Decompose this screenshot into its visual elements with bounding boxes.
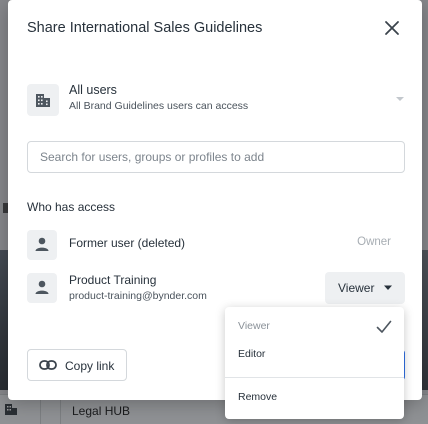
copy-link-label: Copy link (65, 359, 115, 373)
link-icon (39, 360, 57, 370)
role-label: Owner (357, 236, 391, 248)
access-subtitle: All Brand Guidelines users can access (69, 100, 249, 112)
general-access-select[interactable]: All users All Brand Guidelines users can… (27, 78, 405, 120)
avatar (27, 230, 57, 260)
role-select-label: Viewer (338, 281, 375, 295)
menu-item-label: Remove (238, 391, 278, 403)
role-select-button[interactable]: Viewer (325, 272, 405, 304)
menu-item-remove[interactable]: Remove (225, 385, 404, 411)
access-list-item: Product Training product-training@bynder… (27, 270, 405, 310)
who-has-access-heading: Who has access (27, 200, 116, 214)
avatar (27, 273, 57, 303)
role-dropdown-menu: Viewer Editor Remove (225, 307, 404, 419)
person-name: Former user (deleted) (69, 236, 186, 250)
person-name: Product Training (69, 273, 157, 287)
menu-item-label: Viewer (238, 320, 270, 332)
access-tile (27, 84, 59, 116)
menu-item-label: Editor (238, 348, 266, 360)
copy-link-button[interactable]: Copy link (27, 349, 127, 381)
close-icon[interactable] (382, 18, 402, 38)
dialog-title: Share International Sales Guidelines (27, 20, 263, 36)
building-icon (36, 94, 50, 107)
person-icon (35, 237, 49, 251)
check-icon (376, 320, 392, 333)
menu-item-editor[interactable]: Editor (225, 342, 404, 368)
person-icon (35, 280, 49, 294)
access-title: All users (69, 83, 117, 97)
search-input[interactable] (27, 141, 405, 173)
menu-item-viewer[interactable]: Viewer (225, 314, 404, 340)
menu-divider (225, 377, 404, 378)
caret-down-icon (396, 97, 404, 101)
caret-down-icon (384, 285, 392, 290)
person-email: product-training@bynder.com (69, 290, 207, 302)
access-list-item: Former user (deleted) Owner (27, 227, 405, 267)
